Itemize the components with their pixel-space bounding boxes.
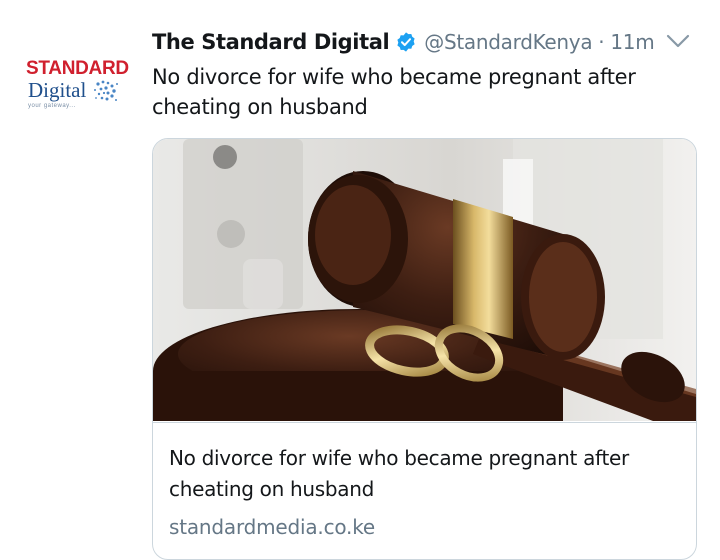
card-body[interactable]: No divorce for wife who became pregnant … [153, 422, 696, 559]
card-domain[interactable]: standardmedia.co.ke [169, 515, 375, 539]
tweet-header: The Standard Digital @StandardKenya · 11… [152, 26, 655, 58]
avatar-logo-text-digital: Digital [28, 78, 87, 102]
link-card[interactable]: No divorce for wife who became pregnant … [152, 138, 697, 560]
tweet-text: No divorce for wife who became pregnant … [152, 65, 636, 119]
tweet[interactable]: STANDARD Digital your gateway... The Sta… [0, 0, 720, 560]
verified-badge-icon [397, 32, 415, 52]
separator-dot: · [598, 30, 605, 54]
card-image[interactable] [153, 139, 696, 421]
display-name[interactable]: The Standard Digital [152, 30, 390, 54]
timestamp[interactable]: 11m [610, 30, 654, 54]
avatar-logo-text-standard: STANDARD [26, 58, 129, 79]
logo-swirl-icon [94, 80, 118, 101]
avatar-tagline: your gateway... [28, 103, 76, 109]
avatar[interactable]: STANDARD Digital your gateway... [22, 58, 134, 120]
chevron-down-icon[interactable] [664, 32, 692, 50]
card-title[interactable]: No divorce for wife who became pregnant … [169, 443, 679, 505]
user-handle[interactable]: @StandardKenya [424, 30, 592, 54]
